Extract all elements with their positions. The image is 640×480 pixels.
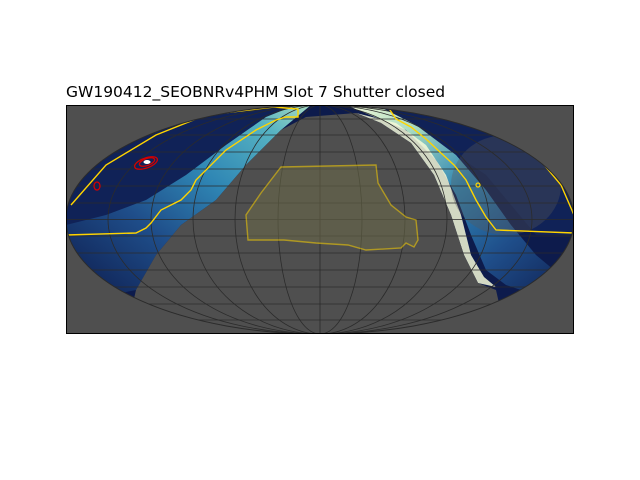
figure-title: GW190412_SEOBNRv4PHM Slot 7 Shutter clos… [66,83,446,101]
sky-map [66,105,574,334]
sky-map-svg [66,105,574,334]
localization-peak [143,160,151,164]
